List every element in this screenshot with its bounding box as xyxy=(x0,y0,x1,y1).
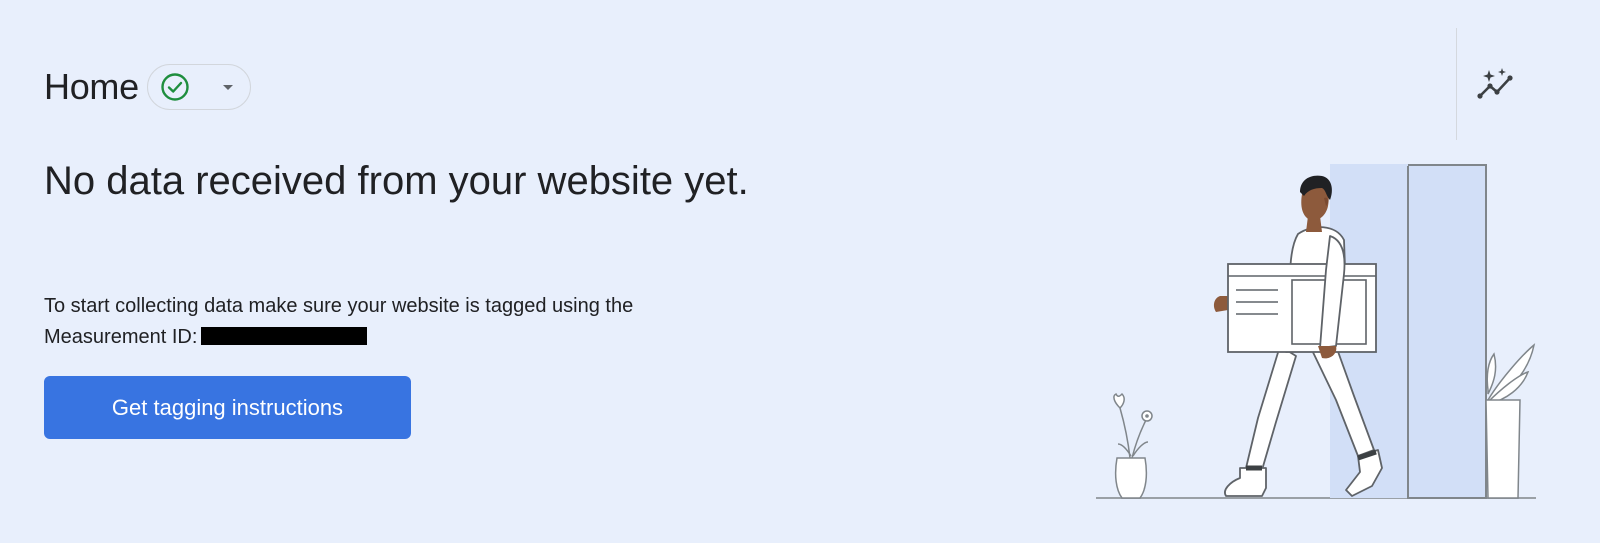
empty-state-headline: No data received from your website yet. xyxy=(44,159,749,203)
page-header: Home xyxy=(44,64,251,110)
get-tagging-instructions-button[interactable]: Get tagging instructions xyxy=(44,376,411,439)
page-title: Home xyxy=(44,66,139,107)
check-circle-icon xyxy=(160,72,190,102)
vertical-divider xyxy=(1456,28,1457,140)
arrow-drop-down-icon xyxy=(220,79,236,95)
person-carrying-browser-window-illustration xyxy=(1090,150,1550,515)
status-dropdown-chip[interactable] xyxy=(146,64,251,110)
insights-sparkle-icon xyxy=(1476,66,1520,107)
insights-button[interactable] xyxy=(1472,60,1524,112)
empty-state-description: To start collecting data make sure your … xyxy=(44,291,744,353)
measurement-id-redacted xyxy=(201,327,368,345)
